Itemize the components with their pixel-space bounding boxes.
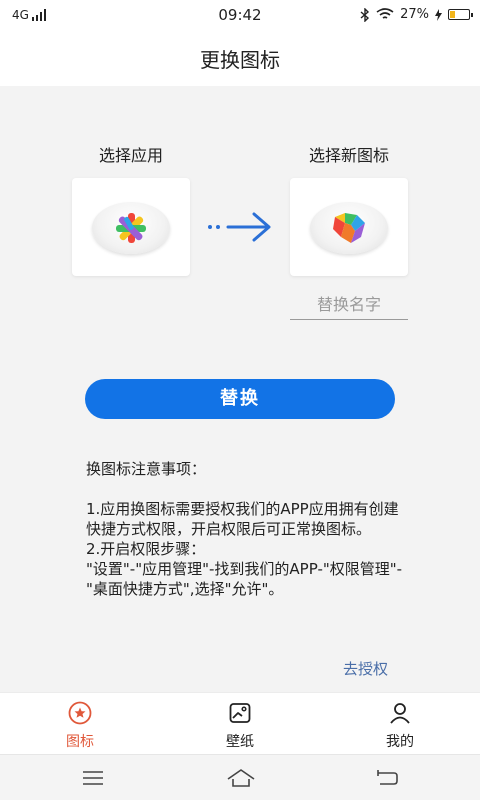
- tab-icons[interactable]: 图标: [40, 693, 120, 755]
- bluetooth-icon: [360, 7, 370, 22]
- back-icon[interactable]: [374, 767, 400, 789]
- authorize-link[interactable]: 去授权: [343, 658, 388, 679]
- status-right: 27%: [360, 7, 473, 22]
- status-bar: 4G 09:42 27%: [0, 0, 480, 34]
- menu-icon[interactable]: [80, 767, 106, 789]
- notes-section: 换图标注意事项： 1.应用换图标需要授权我们的APP应用拥有创建快捷方式权限，开…: [86, 459, 406, 599]
- wifi-icon: [376, 8, 394, 19]
- app-logo-icon: [116, 213, 146, 243]
- new-app-icon: [333, 213, 365, 243]
- home-icon[interactable]: [226, 767, 256, 789]
- tab-mine[interactable]: 我的: [360, 693, 440, 755]
- rename-input[interactable]: [290, 290, 408, 320]
- main-content: 选择应用 选择新图标 替换名字 替换 换图标注意事项： 1.应用换图标需要授权我…: [0, 86, 480, 692]
- select-new-icon-card[interactable]: [290, 178, 408, 276]
- select-new-icon-label: 选择新图标: [308, 146, 389, 165]
- tab-label-wallpaper: 壁纸: [226, 734, 254, 750]
- notes-body: 1.应用换图标需要授权我们的APP应用拥有创建快捷方式权限，开启权限后可正常换图…: [86, 500, 403, 598]
- tab-wallpaper[interactable]: 壁纸: [200, 693, 280, 755]
- star-circle-icon: [68, 701, 92, 725]
- app-disc: [92, 202, 170, 254]
- select-app-card[interactable]: [72, 178, 190, 276]
- battery-percent: 27%: [400, 7, 429, 22]
- system-nav-bar: [0, 754, 480, 800]
- notes-title: 换图标注意事项：: [86, 460, 207, 478]
- select-app-label: 选择应用: [98, 146, 163, 165]
- charging-bolt-icon: [435, 8, 442, 21]
- new-icon-disc: [310, 202, 388, 254]
- wallpaper-icon: [229, 703, 251, 723]
- bottom-tab-bar: 图标 壁纸 我的: [0, 692, 480, 754]
- replace-button[interactable]: 替换: [85, 379, 395, 419]
- person-icon: [390, 703, 410, 724]
- battery-icon: [448, 9, 473, 20]
- tab-label-mine: 我的: [386, 734, 414, 750]
- page-title: 更换图标: [0, 34, 480, 86]
- arrow-right-icon: [208, 212, 271, 242]
- tab-label-icons: 图标: [66, 734, 94, 750]
